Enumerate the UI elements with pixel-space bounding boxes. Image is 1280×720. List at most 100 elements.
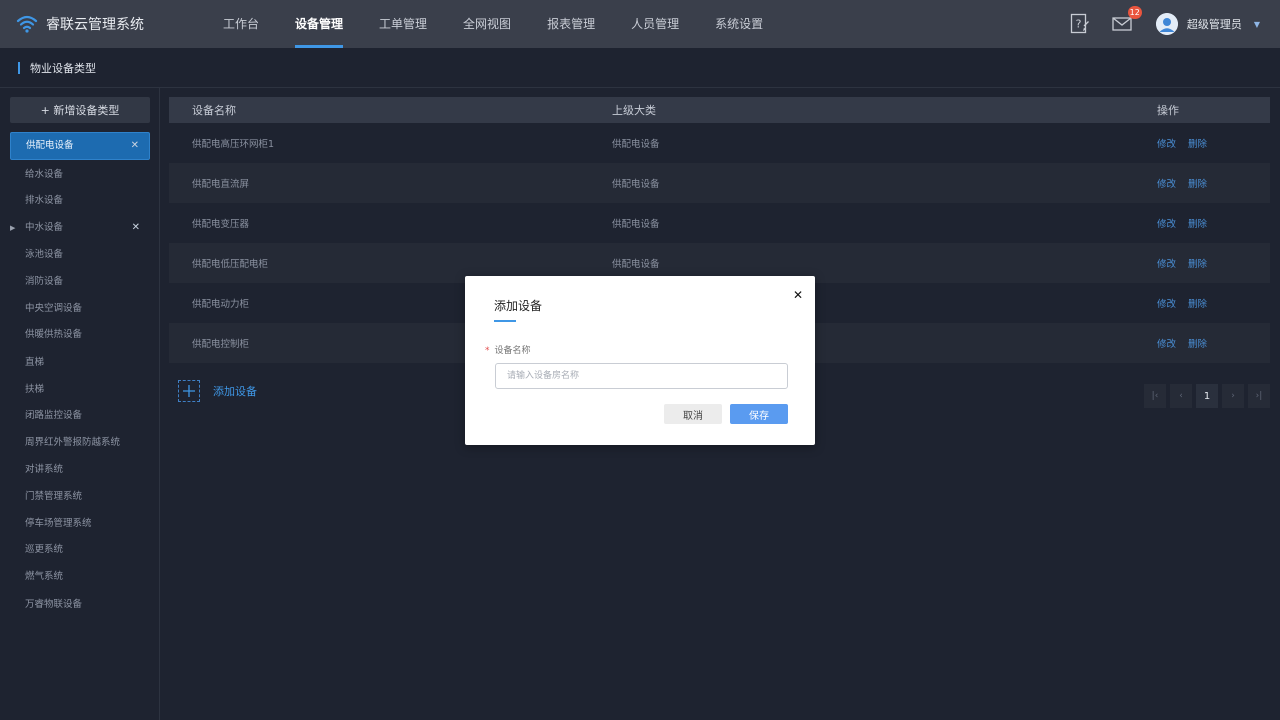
device-name-cell: 供配电变压器 [192,219,250,230]
parent-category-cell: 供配电设备 [612,259,660,270]
delete-link[interactable]: 删除 [1188,139,1207,150]
delete-link[interactable]: 删除 [1188,339,1207,350]
device-name-cell: 供配电低压配电柜 [192,259,269,270]
sidebar-item[interactable]: 供暖供热设备 [10,322,150,348]
sidebar-item[interactable]: 周界红外警报防越系统 [10,430,150,456]
logo[interactable]: 睿联云管理系统 [0,14,200,34]
sidebar-item-label: 门禁管理系统 [25,491,83,502]
table-header: 设备名称 上级大类 操作 [169,97,1270,123]
delete-link[interactable]: 删除 [1188,179,1207,190]
edit-link[interactable]: 修改 [1157,139,1176,150]
sidebar-item[interactable]: 巡更系统 [10,537,150,563]
parent-category-cell: 供配电设备 [612,179,660,190]
sidebar-item[interactable]: 给水设备 [10,162,150,188]
title-underline [494,320,516,322]
sidebar-item[interactable]: 供配电设备 ✕ [10,132,150,160]
help-icon: ? [1070,13,1089,34]
sidebar-item[interactable]: 燃气系统 [10,564,150,590]
user-menu[interactable]: 超级管理员 ▼ [1155,13,1260,35]
sidebar-item[interactable]: 消防设备 [10,269,150,295]
title-accent-bar [18,61,20,74]
message-button[interactable]: 12 [1110,6,1142,36]
sidebar-item[interactable]: 泳池设备 [10,242,150,268]
edit-link[interactable]: 修改 [1157,219,1176,230]
nav-item-0[interactable]: 工作台 [205,0,277,48]
close-icon[interactable]: ✕ [131,133,139,159]
sidebar-item[interactable]: 排水设备 [10,188,150,214]
device-name-cell: 供配电直流屏 [192,179,250,190]
delete-link[interactable]: 删除 [1188,259,1207,270]
sidebar-item[interactable]: 中央空调设备 [10,296,150,322]
edit-link[interactable]: 修改 [1157,179,1176,190]
first-page-button[interactable]: |‹ [1144,384,1166,408]
unread-badge: 12 [1127,6,1142,19]
sidebar-item[interactable]: 停车场管理系统 [10,511,150,537]
sidebar: + 新增设备类型 供配电设备 ✕ 给水设备排水设备 ▶ 中水设备 ✕ 泳池设备消防设备中央空… [0,88,160,720]
nav-item-2[interactable]: 工单管理 [361,0,445,48]
save-button[interactable]: 保存 [730,404,788,424]
sidebar-item[interactable]: 直梯 [10,350,150,376]
sidebar-item-label: 万睿物联设备 [25,599,83,610]
sidebar-item-label: 供暖供热设备 [25,329,83,340]
last-page-icon: ›| [1255,391,1263,401]
nav-item-4[interactable]: 报表管理 [529,0,613,48]
sidebar-item-label: 对讲系统 [25,464,64,475]
actions-cell: 修改 删除 [1157,136,1219,150]
close-icon[interactable]: ✕ [793,288,803,302]
mail-icon [1112,17,1132,31]
chevron-right-icon: › [1231,391,1235,401]
actions-cell: 修改 删除 [1157,256,1219,270]
parent-category-cell: 供配电设备 [612,219,660,230]
sidebar-item-label: 泳池设备 [25,249,64,260]
delete-link[interactable]: 删除 [1188,219,1207,230]
sidebar-item[interactable]: 扶梯 [10,377,150,403]
prev-page-button[interactable]: ‹ [1170,384,1192,408]
delete-link[interactable]: 删除 [1188,299,1207,310]
close-icon[interactable]: ✕ [132,215,140,241]
sidebar-item-label: 消防设备 [25,276,64,287]
last-page-button[interactable]: ›| [1248,384,1270,408]
edit-link[interactable]: 修改 [1157,259,1176,270]
sidebar-item[interactable]: 门禁管理系统 [10,484,150,510]
column-header-name: 设备名称 [192,104,236,117]
page-number-button[interactable]: 1 [1196,384,1218,408]
dialog-title: 添加设备 [494,299,543,313]
plus-icon [178,380,200,402]
edit-link[interactable]: 修改 [1157,299,1176,310]
edit-link[interactable]: 修改 [1157,339,1176,350]
cancel-button[interactable]: 取消 [664,404,722,424]
nav-item-1[interactable]: 设备管理 [277,0,361,48]
add-device-dialog: 添加设备 ✕ * 设备名称 取消 保存 [465,276,815,445]
app-title: 睿联云管理系统 [46,17,144,33]
help-button[interactable]: ? [1068,12,1092,36]
nav-item-3[interactable]: 全网视图 [445,0,529,48]
sidebar-item[interactable]: ▶ 中水设备 ✕ [10,215,150,241]
column-header-category: 上级大类 [612,104,656,117]
header-actions: ? 12 超级管理员 ▼ [1068,0,1280,48]
table-row: 供配电直流屏 供配电设备 修改 删除 [169,163,1270,203]
avatar [1155,13,1178,35]
device-name-label-text: 设备名称 [494,346,531,356]
sidebar-item[interactable]: 闭路监控设备 [10,403,150,429]
expand-arrow-icon[interactable]: ▶ [10,215,15,241]
table-row: 供配电高压环网柜1 供配电设备 修改 删除 [169,123,1270,163]
device-name-cell: 供配电控制柜 [192,339,250,350]
chevron-down-icon: ▼ [1253,19,1260,29]
add-device-type-button[interactable]: + 新增设备类型 [10,97,150,123]
next-page-button[interactable]: › [1222,384,1244,408]
sidebar-item[interactable]: 万睿物联设备 [10,592,150,618]
device-name-input[interactable] [495,363,788,389]
sidebar-item-label: 扶梯 [25,384,45,395]
svg-text:?: ? [1075,18,1081,31]
user-avatar-icon [1155,13,1178,35]
sidebar-item-label: 巡更系统 [25,544,64,555]
required-mark: * [485,346,490,356]
sidebar-item-label: 供配电设备 [26,140,74,151]
user-name: 超级管理员 [1186,18,1242,31]
nav-item-5[interactable]: 人员管理 [613,0,697,48]
pagination: |‹ ‹ 1 › ›| [1140,384,1270,408]
sidebar-item-label: 给水设备 [25,169,64,180]
add-device-button[interactable]: 添加设备 [178,380,257,402]
nav-item-6[interactable]: 系统设置 [697,0,781,48]
sidebar-item[interactable]: 对讲系统 [10,457,150,483]
